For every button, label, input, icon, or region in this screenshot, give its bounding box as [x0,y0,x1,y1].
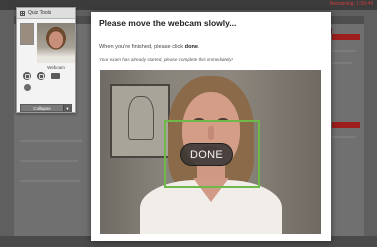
instruction-suffix: . [198,44,200,50]
app-red-marker [332,122,360,128]
dialog-warning: Your exam has already started, please co… [99,57,233,62]
quiz-tools-icon-row [23,72,60,80]
time-remaining: Remaining: 1:59:44 [329,1,373,7]
collapse-label: Collapse [33,105,51,111]
app-text-line [20,180,80,182]
app-text-line [332,50,356,52]
grid-icon [20,10,25,16]
camera-icon[interactable] [51,73,60,79]
chevron-down-icon[interactable]: ▼ [63,105,71,111]
dialog-instruction: When you're finished, please click done. [99,44,200,50]
app-text-line [20,140,82,142]
wall-picture [110,84,170,158]
audio-icon[interactable] [23,72,31,80]
thumbnail-image [20,23,34,45]
quiz-tools-title: Quiz Tools [28,10,52,16]
webcam-label: Webcam [47,65,65,70]
quiz-tools-header[interactable]: Quiz Tools [17,8,75,19]
screen-icon[interactable] [37,72,45,80]
app-text-line [332,62,352,64]
webcam-preview [37,23,75,63]
app-red-marker [332,34,360,40]
app-text-line [20,160,78,162]
collapse-button[interactable]: Collapse ▼ [20,104,72,112]
quiz-tools-panel: Quiz Tools Webcam Collapse ▼ [16,7,76,113]
done-button[interactable]: DONE [180,143,233,166]
settings-icon[interactable] [24,84,31,91]
instruction-action: done [184,44,199,50]
dialog-title: Please move the webcam slowly... [99,18,237,28]
app-text-line [332,136,356,138]
instruction-prefix: When you're finished, please click [99,44,184,50]
